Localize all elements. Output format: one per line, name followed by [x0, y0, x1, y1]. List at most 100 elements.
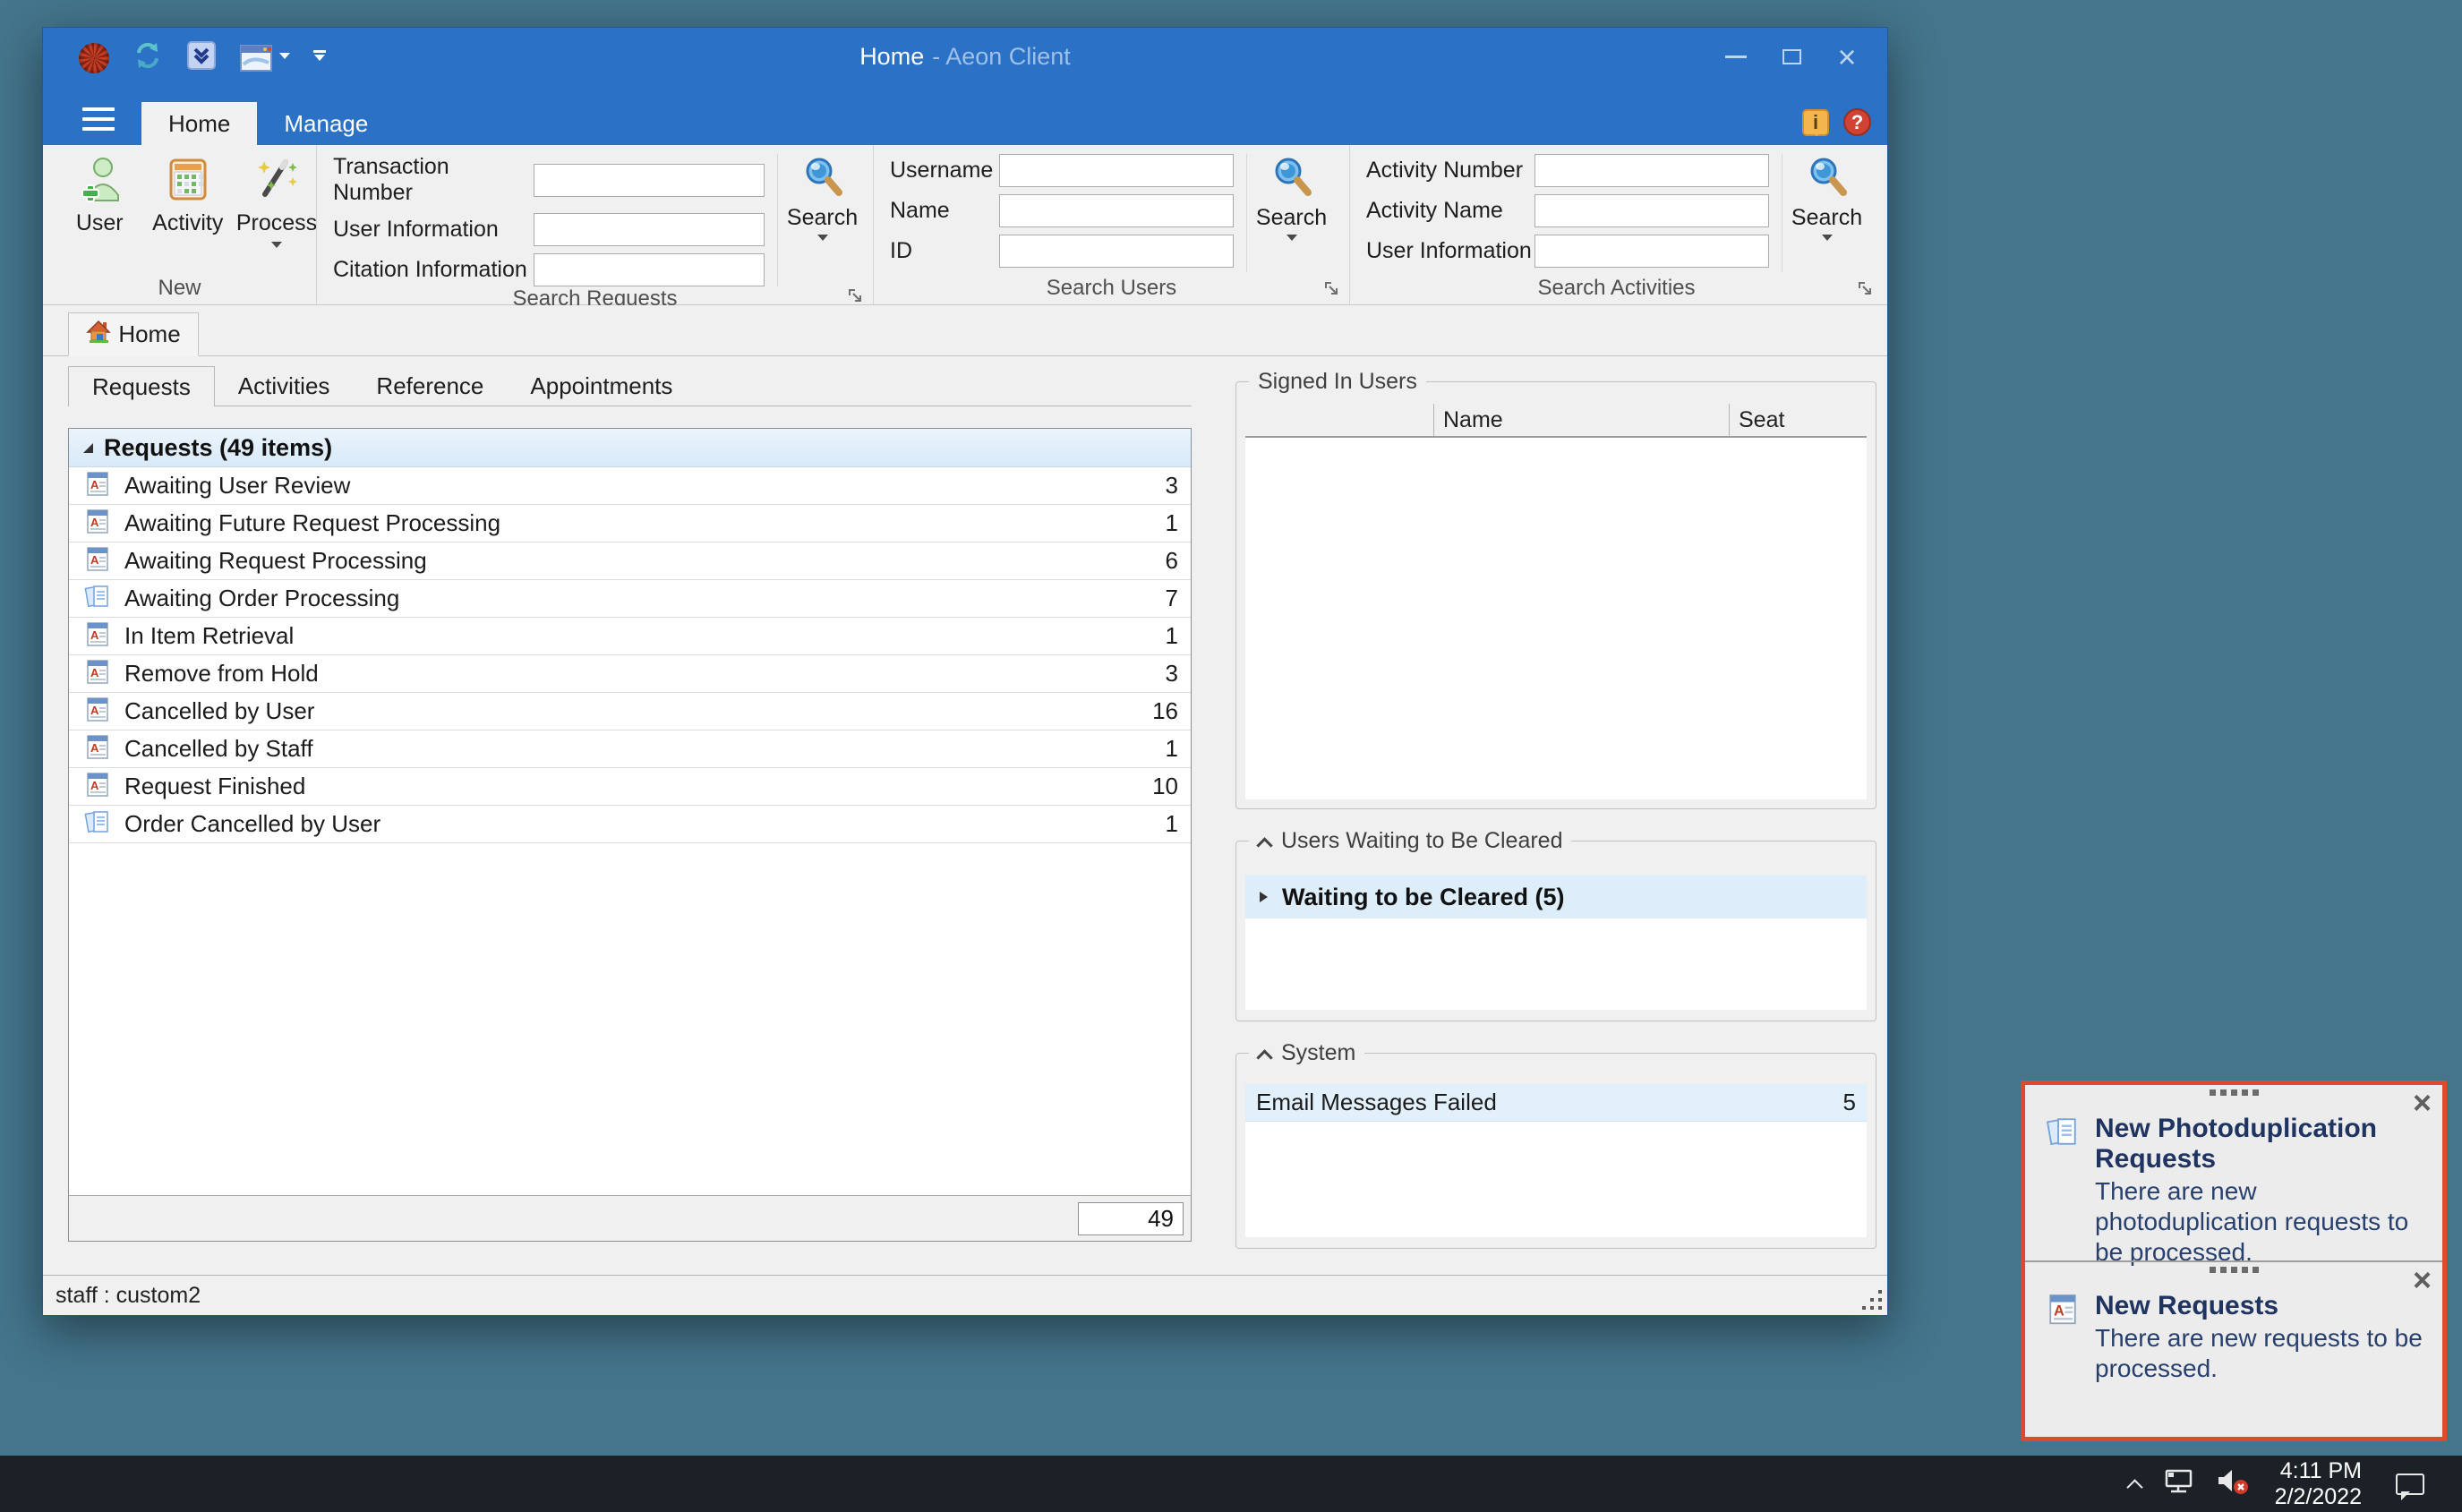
taskbar: 4:11 PM 2/2/2022 [0, 1456, 2462, 1512]
toast-new-photoduplication-requests[interactable]: × New Photoduplication Requests There ar… [2025, 1085, 2442, 1260]
column-seat[interactable]: Seat [1729, 404, 1867, 436]
ribbon-tab-home[interactable]: Home [141, 102, 257, 145]
taskbar-clock[interactable]: 4:11 PM 2/2/2022 [2275, 1458, 2362, 1510]
queue-row-in-item-retrieval[interactable]: A In Item Retrieval 1 [69, 618, 1191, 655]
search-requests-button[interactable]: Search [777, 154, 867, 286]
toast-drag-handle[interactable] [2025, 1089, 2442, 1096]
tab-activities[interactable]: Activities [215, 366, 354, 406]
queue-count: 3 [1166, 660, 1178, 688]
workspace: Home Requests Activities Reference Appoi… [43, 305, 1887, 1275]
tab-reference[interactable]: Reference [353, 366, 507, 406]
activity-icon [165, 156, 211, 207]
volume-muted-icon[interactable] [2216, 1468, 2250, 1499]
new-process-label: Process [236, 210, 317, 236]
activity-name-input[interactable] [1534, 194, 1769, 227]
email-messages-failed-row[interactable]: Email Messages Failed 5 [1245, 1084, 1867, 1122]
toast-drag-handle[interactable] [2025, 1267, 2442, 1273]
notification-stack: × New Photoduplication Requests There ar… [2021, 1081, 2447, 1441]
minimize-button[interactable] [1708, 28, 1764, 86]
request-icon: A [83, 770, 112, 803]
search-users-button[interactable]: Search [1246, 154, 1336, 272]
queue-row-awaiting-request-processing[interactable]: A Awaiting Request Processing 6 [69, 542, 1191, 580]
queue-row-order-cancelled-by-user[interactable]: Order Cancelled by User 1 [69, 806, 1191, 843]
network-icon[interactable] [2164, 1468, 2196, 1499]
toast-message: There are new photoduplication requests … [2095, 1176, 2430, 1268]
new-process-button[interactable]: Process [237, 154, 316, 253]
search-activities-button[interactable]: Search [1782, 154, 1871, 272]
search-activities-dialog-launcher-icon[interactable] [1858, 281, 1874, 297]
window-title-secondary: - Aeon Client [932, 43, 1071, 71]
citation-information-label: Citation Information [333, 257, 534, 283]
citation-information-input[interactable] [534, 253, 765, 286]
tab-requests[interactable]: Requests [68, 366, 215, 406]
transaction-number-input[interactable] [534, 164, 765, 197]
column-blank[interactable] [1245, 404, 1433, 436]
users-waiting-list: Waiting to be Cleared (5) [1245, 876, 1867, 1010]
resize-grip[interactable] [1878, 1306, 1882, 1310]
ribbon-tab-manage[interactable]: Manage [257, 102, 395, 145]
queue-row-awaiting-user-review[interactable]: A Awaiting User Review 3 [69, 467, 1191, 505]
process-caret-icon [271, 242, 282, 253]
username-input[interactable] [999, 154, 1234, 187]
queue-label: Awaiting Order Processing [124, 585, 1153, 612]
request-icon: A [83, 619, 112, 653]
close-button[interactable]: × [1819, 28, 1875, 86]
queue-label: Awaiting Future Request Processing [124, 509, 1153, 537]
photoduplication-icon [2045, 1114, 2081, 1268]
about-icon[interactable]: i [1802, 109, 1829, 136]
queue-row-awaiting-future-request-processing[interactable]: A Awaiting Future Request Processing 1 [69, 505, 1191, 542]
ribbon-group-search-requests: Transaction Number User Information Cita… [316, 145, 873, 304]
queue-row-request-finished[interactable]: A Request Finished 10 [69, 768, 1191, 806]
queue-row-cancelled-by-user[interactable]: A Cancelled by User 16 [69, 693, 1191, 730]
new-user-button[interactable]: User [61, 154, 139, 236]
tray-overflow-chevron-icon[interactable] [2126, 1478, 2144, 1491]
queue-count: 7 [1166, 585, 1178, 612]
group-expanded-icon [83, 443, 93, 453]
system-row-count: 5 [1843, 1089, 1856, 1116]
ribbon-tab-row: Home Manage i ? [43, 86, 1887, 145]
users-waiting-title: Users Waiting to Be Cleared [1281, 828, 1562, 854]
svg-text:A: A [90, 628, 99, 642]
ribbon-tab-manage-label: Manage [284, 110, 368, 138]
user-name-input[interactable] [999, 194, 1234, 227]
toast-new-requests[interactable]: × A New Requests There are new requests … [2025, 1260, 2442, 1438]
group-label-new: New [158, 276, 201, 301]
expand-triangle-icon [1260, 892, 1268, 902]
system-list: Email Messages Failed 5 [1245, 1084, 1867, 1237]
activity-number-input[interactable] [1534, 154, 1769, 187]
search-users-caret-icon [1287, 235, 1297, 246]
svg-text:A: A [90, 478, 99, 491]
clock-date: 2/2/2022 [2275, 1484, 2362, 1509]
queue-row-awaiting-order-processing[interactable]: Awaiting Order Processing 7 [69, 580, 1191, 618]
transaction-number-label: Transaction Number [333, 154, 534, 206]
new-activity-button[interactable]: Activity [150, 154, 227, 236]
action-center-icon[interactable] [2396, 1474, 2424, 1495]
search-users-dialog-launcher-icon[interactable] [1324, 281, 1340, 297]
queue-row-cancelled-by-staff[interactable]: A Cancelled by Staff 1 [69, 730, 1191, 768]
collapse-chevron-icon[interactable] [1258, 1049, 1272, 1064]
requests-panel: Requests (49 items) A Awaiting User Revi… [68, 428, 1192, 1242]
collapse-chevron-icon[interactable] [1258, 837, 1272, 851]
status-text: staff : custom2 [56, 1283, 201, 1309]
activity-name-label: Activity Name [1366, 198, 1534, 224]
user-id-input[interactable] [999, 235, 1234, 268]
maximize-button[interactable] [1764, 28, 1819, 86]
waiting-to-be-cleared-group[interactable]: Waiting to be Cleared (5) [1245, 876, 1867, 918]
queue-label: Awaiting Request Processing [124, 547, 1153, 575]
activity-number-label: Activity Number [1366, 158, 1534, 184]
column-name[interactable]: Name [1433, 404, 1729, 436]
requests-footer: 49 [69, 1195, 1191, 1241]
request-user-information-input[interactable] [534, 213, 765, 246]
search-requests-dialog-launcher-icon[interactable] [848, 288, 864, 304]
request-icon: A [83, 507, 112, 540]
toast-message: There are new requests to be processed. [2095, 1323, 2430, 1384]
process-wand-icon [253, 156, 300, 207]
activity-user-information-input[interactable] [1534, 235, 1769, 268]
requests-group-header[interactable]: Requests (49 items) [69, 429, 1191, 467]
document-tab-home-label: Home [118, 320, 180, 348]
help-icon[interactable]: ? [1843, 108, 1871, 136]
document-tab-home[interactable]: Home [68, 312, 199, 356]
tab-appointments[interactable]: Appointments [507, 366, 696, 406]
queue-row-remove-from-hold[interactable]: A Remove from Hold 3 [69, 655, 1191, 693]
hamburger-menu-icon[interactable] [82, 98, 120, 140]
